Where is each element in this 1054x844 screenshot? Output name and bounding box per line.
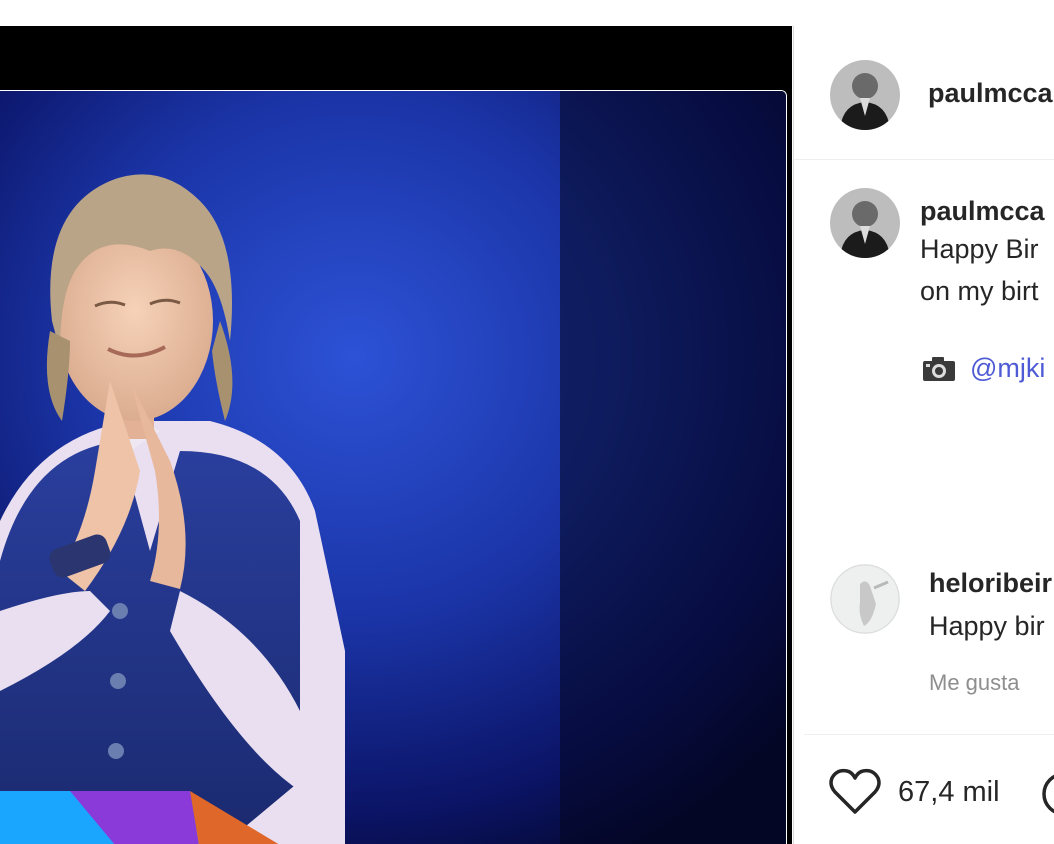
post-header: paulmcca <box>794 26 1054 160</box>
caption-line-2: on my birt <box>920 276 1039 306</box>
comment-text: Happy bir <box>929 611 1045 641</box>
commenter-avatar[interactable] <box>830 564 900 634</box>
avatar-image <box>830 60 900 130</box>
post-side-panel: paulmcca paulmcca Happy Bir on my birt @… <box>793 26 1054 844</box>
credit-mention-link[interactable]: @mjki <box>970 353 1045 384</box>
caption-username[interactable]: paulmcca <box>920 196 1045 227</box>
commenter-username[interactable]: heloribeir <box>929 568 1052 599</box>
browser-top-strip <box>0 0 1054 27</box>
heart-icon[interactable] <box>829 768 881 816</box>
post-photo[interactable] <box>0 90 787 844</box>
avatar-image <box>830 564 900 634</box>
author-avatar[interactable] <box>830 60 900 130</box>
caption-avatar[interactable] <box>830 188 900 258</box>
comment-icon[interactable] <box>1040 770 1054 818</box>
comment-like-button[interactable]: Me gusta <box>929 670 1020 696</box>
camera-icon <box>923 357 955 381</box>
media-letterbox <box>0 26 792 84</box>
avatar-image <box>830 188 900 258</box>
caption-line-1: Happy Bir <box>920 234 1039 264</box>
post-media-viewer <box>0 26 792 844</box>
actions-divider <box>804 734 1054 735</box>
like-count[interactable]: 67,4 mil <box>898 776 1000 809</box>
stage-photo-illustration <box>0 91 786 844</box>
header-username[interactable]: paulmcca <box>928 78 1053 109</box>
